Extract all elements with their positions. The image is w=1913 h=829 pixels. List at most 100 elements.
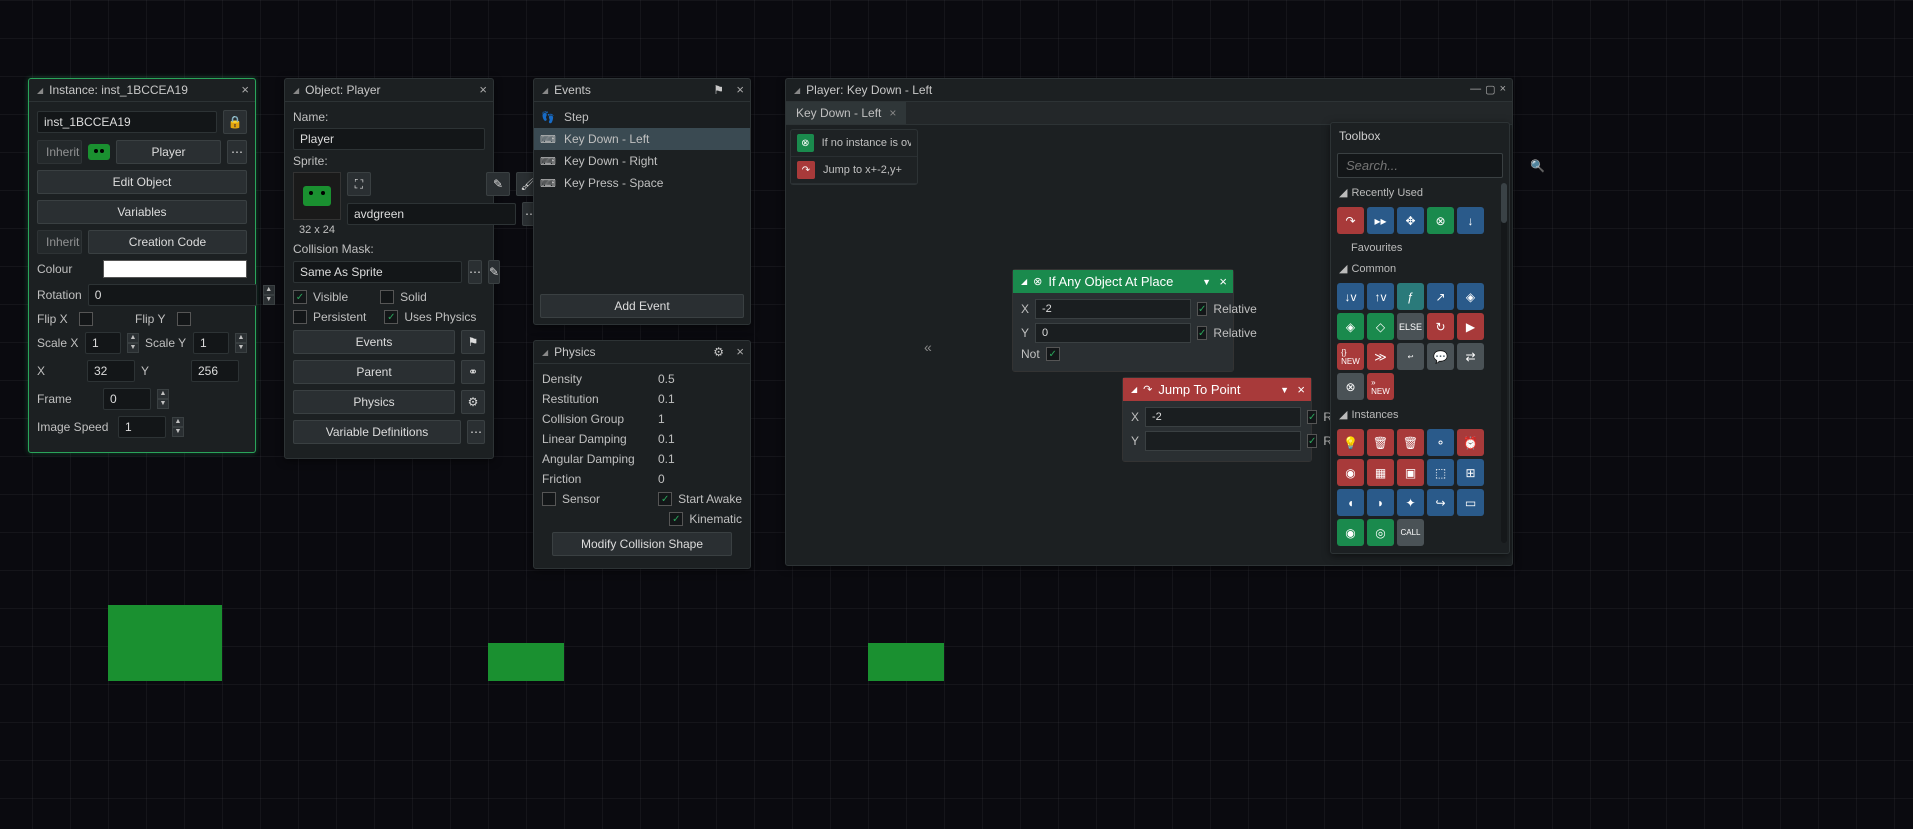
get-var-icon[interactable]: ↑v bbox=[1367, 283, 1394, 310]
flag-icon[interactable]: ⚑ bbox=[713, 83, 724, 97]
gear-icon[interactable]: ⚙ bbox=[461, 390, 485, 414]
flipy-checkbox[interactable] bbox=[177, 312, 191, 326]
collision-ellipsis-icon[interactable]: ⋯ bbox=[468, 260, 482, 284]
colour-swatch[interactable] bbox=[103, 260, 247, 278]
if-var-icon[interactable]: ◈ bbox=[1337, 313, 1364, 340]
gear-icon[interactable]: ⚙ bbox=[713, 345, 724, 359]
density-value[interactable]: 0.5 bbox=[658, 372, 675, 386]
rotate-icon[interactable]: ⊞ bbox=[1457, 459, 1484, 486]
sensor-checkbox[interactable] bbox=[542, 492, 556, 506]
collapse-icon[interactable]: ◢ bbox=[293, 86, 299, 95]
event-item-step[interactable]: 👣 Step bbox=[534, 106, 750, 128]
set-sprite-icon[interactable]: ◉ bbox=[1337, 459, 1364, 486]
switch-icon[interactable]: ⇄ bbox=[1457, 343, 1484, 370]
collapse-icon[interactable]: ◢ bbox=[37, 86, 43, 95]
repeat-icon[interactable]: ▶ bbox=[1457, 313, 1484, 340]
jump-y-input[interactable] bbox=[1145, 431, 1301, 451]
execute-icon[interactable]: ≫ bbox=[1367, 343, 1394, 370]
persistent-checkbox[interactable] bbox=[293, 310, 307, 324]
nav-left-icon[interactable]: « bbox=[924, 339, 932, 355]
destroy-at-icon[interactable]: 🗑 bbox=[1397, 429, 1424, 456]
event-item-keydown-right[interactable]: ⌨ Key Down - Right bbox=[534, 150, 750, 172]
flipx-checkbox[interactable] bbox=[79, 312, 93, 326]
vardef-ellipsis-icon[interactable]: ⋯ bbox=[467, 420, 485, 444]
modify-collision-shape-button[interactable]: Modify Collision Shape bbox=[552, 532, 732, 556]
strip-item[interactable]: ↷ Jump to x+-2,y+ bbox=[791, 157, 917, 184]
event-tab[interactable]: Key Down - Left × bbox=[786, 102, 906, 124]
follow-icon[interactable]: ↪ bbox=[1427, 489, 1454, 516]
if-expression-icon[interactable]: ◇ bbox=[1367, 313, 1394, 340]
object-name-button[interactable]: Player bbox=[116, 140, 221, 164]
new-icon[interactable]: »NEW bbox=[1367, 373, 1394, 400]
add-event-button[interactable]: Add Event bbox=[540, 294, 744, 318]
jump-y-relative-checkbox[interactable] bbox=[1307, 434, 1317, 448]
flag-icon[interactable]: ⚑ bbox=[461, 330, 485, 354]
close-icon[interactable]: × bbox=[736, 82, 744, 97]
close-icon[interactable]: × bbox=[1500, 83, 1506, 96]
close-icon[interactable]: × bbox=[736, 344, 744, 359]
ellipsis-icon[interactable]: ⋯ bbox=[227, 140, 247, 164]
rotation-spinner[interactable]: ▲▼ bbox=[263, 285, 275, 305]
imgspeed-spinner[interactable]: ▲▼ bbox=[172, 417, 184, 437]
if-x-relative-checkbox[interactable] bbox=[1197, 302, 1207, 316]
inherit-button[interactable]: Inherit bbox=[37, 140, 82, 164]
collision-edit-icon[interactable]: ✎ bbox=[488, 260, 500, 284]
edit-object-button[interactable]: Edit Object bbox=[37, 170, 247, 194]
lock-icon[interactable]: 🔒 bbox=[223, 110, 247, 134]
jump-x-relative-checkbox[interactable] bbox=[1307, 410, 1317, 424]
speed-icon[interactable]: ▸▸ bbox=[1367, 207, 1394, 234]
event-item-keydown-left[interactable]: ⌨ Key Down - Left bbox=[534, 128, 750, 150]
dropdown-icon[interactable]: ▼ bbox=[1202, 277, 1211, 287]
instance-name-input[interactable] bbox=[37, 111, 217, 133]
wrap-icon[interactable]: ◗ bbox=[1367, 489, 1394, 516]
delete-action-icon[interactable]: × bbox=[1219, 274, 1227, 289]
change-instance-icon[interactable]: ⚬ bbox=[1427, 429, 1454, 456]
random-icon[interactable]: ◈ bbox=[1457, 283, 1484, 310]
creation-code-button[interactable]: Creation Code bbox=[88, 230, 247, 254]
scrollbar[interactable] bbox=[1501, 183, 1507, 543]
search-input[interactable] bbox=[1346, 158, 1524, 173]
dropdown-icon[interactable]: ▼ bbox=[1280, 385, 1289, 395]
function-call-icon[interactable]: ƒ bbox=[1397, 283, 1424, 310]
snap-icon[interactable]: ✦ bbox=[1397, 489, 1424, 516]
collapse-icon[interactable]: ◢ bbox=[542, 86, 548, 95]
new-script-icon[interactable]: {}NEW bbox=[1337, 343, 1364, 370]
kinematic-checkbox[interactable] bbox=[669, 512, 683, 526]
scale-icon[interactable]: ⬚ bbox=[1427, 459, 1454, 486]
not-checkbox[interactable] bbox=[1046, 347, 1060, 361]
collapse-icon[interactable]: ◢ bbox=[1021, 277, 1027, 286]
rotation-input[interactable] bbox=[88, 284, 257, 306]
collision-mask-input[interactable] bbox=[293, 261, 462, 283]
restitution-value[interactable]: 0.1 bbox=[658, 392, 675, 406]
uses-physics-checkbox[interactable] bbox=[384, 310, 398, 324]
jump-to-point-icon[interactable]: ↷ bbox=[1337, 207, 1364, 234]
if-y-input[interactable] bbox=[1035, 323, 1191, 343]
x-input[interactable] bbox=[87, 360, 135, 382]
comment-icon[interactable]: 💬 bbox=[1427, 343, 1454, 370]
solid-checkbox[interactable] bbox=[380, 290, 394, 304]
edit-sprite-icon[interactable]: ✎ bbox=[486, 172, 510, 196]
bounce-icon[interactable]: ◖ bbox=[1337, 489, 1364, 516]
group-value[interactable]: 1 bbox=[658, 412, 665, 426]
maximize-icon[interactable]: ▢ bbox=[1485, 83, 1495, 96]
search-icon[interactable]: 🔍 bbox=[1530, 159, 1545, 173]
jump-x-input[interactable] bbox=[1145, 407, 1301, 427]
expand-sprite-icon[interactable]: ⛶ bbox=[347, 172, 371, 196]
parent-icon[interactable]: ⚭ bbox=[461, 360, 485, 384]
if-x-input[interactable] bbox=[1035, 299, 1191, 319]
collapse-icon[interactable]: ◢ bbox=[1131, 385, 1137, 394]
vardef-button[interactable]: Variable Definitions bbox=[293, 420, 461, 444]
physics-button[interactable]: Physics bbox=[293, 390, 455, 414]
create-instance-icon[interactable]: 💡 bbox=[1337, 429, 1364, 456]
return-icon[interactable]: ↩ bbox=[1397, 343, 1424, 370]
if-exists-icon[interactable]: ◉ bbox=[1337, 519, 1364, 546]
delete-action-icon[interactable]: × bbox=[1297, 382, 1305, 397]
minimize-icon[interactable]: — bbox=[1470, 83, 1481, 96]
close-icon[interactable]: × bbox=[241, 82, 249, 97]
collapse-icon[interactable]: ◢ bbox=[794, 86, 800, 95]
events-button[interactable]: Events bbox=[293, 330, 455, 354]
collapse-icon[interactable]: ◢ bbox=[542, 348, 548, 357]
alarm-icon[interactable]: ⏰ bbox=[1457, 429, 1484, 456]
collapse-icon[interactable]: ◢ bbox=[1339, 262, 1347, 275]
start-awake-checkbox[interactable] bbox=[658, 492, 672, 506]
